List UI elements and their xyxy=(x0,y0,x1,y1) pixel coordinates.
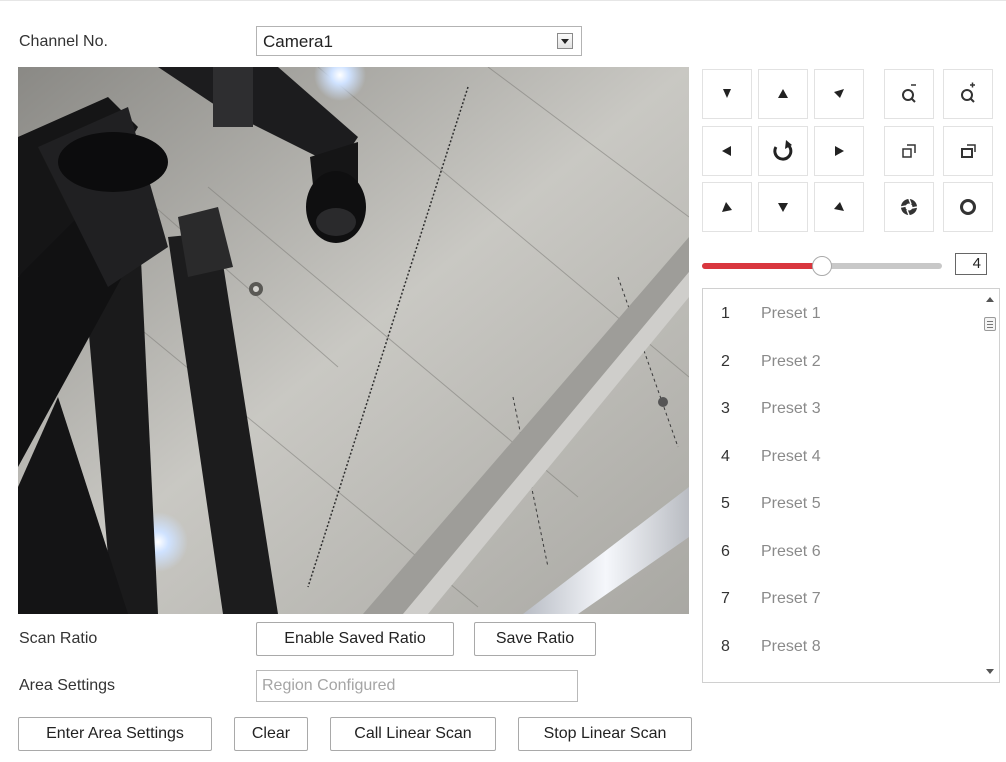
preset-item[interactable]: 8 Preset 8 xyxy=(703,638,973,662)
pan-down-right-button[interactable] xyxy=(814,182,864,232)
scroll-down-icon[interactable] xyxy=(986,669,994,674)
scroll-up-icon[interactable] xyxy=(986,297,994,302)
zoom-in-button[interactable] xyxy=(943,69,993,119)
slider-handle[interactable] xyxy=(812,256,832,276)
channel-select[interactable]: Camera1 xyxy=(256,26,582,56)
focus-far-button[interactable] xyxy=(943,126,993,176)
area-settings-field[interactable]: Region Configured xyxy=(256,670,578,702)
preset-number: 6 xyxy=(721,542,730,560)
preset-name: Preset 5 xyxy=(761,495,821,512)
pan-down-left-button[interactable] xyxy=(702,182,752,232)
focus-near-button[interactable] xyxy=(884,126,934,176)
arrow-up-left-icon xyxy=(723,89,731,98)
call-linear-scan-button[interactable]: Call Linear Scan xyxy=(330,717,496,751)
preset-item[interactable]: 2 Preset 2 xyxy=(703,353,973,377)
focus-near-icon xyxy=(902,144,916,158)
preset-scrollbar[interactable] xyxy=(982,289,999,682)
preset-item[interactable]: 5 Preset 5 xyxy=(703,495,973,519)
top-border xyxy=(0,0,1006,1)
channel-label: Channel No. xyxy=(19,33,108,50)
pan-up-button[interactable] xyxy=(758,69,808,119)
preset-item[interactable]: 3 Preset 3 xyxy=(703,400,973,424)
pan-up-left-button[interactable] xyxy=(702,69,752,119)
preset-number: 8 xyxy=(721,637,730,655)
scan-ratio-label: Scan Ratio xyxy=(19,630,98,647)
iris-close-button[interactable] xyxy=(884,182,934,232)
pan-right-button[interactable] xyxy=(814,126,864,176)
zoom-in-icon xyxy=(961,82,975,103)
area-settings-label: Area Settings xyxy=(19,677,116,694)
scroll-thumb[interactable] xyxy=(984,317,996,331)
preset-item[interactable]: 7 Preset 7 xyxy=(703,590,973,614)
live-video-view[interactable] xyxy=(18,67,689,614)
preset-item[interactable]: 4 Preset 4 xyxy=(703,448,973,472)
auto-pan-button[interactable] xyxy=(758,126,808,176)
preset-name: Preset 3 xyxy=(761,400,821,417)
preset-item[interactable]: 1 Preset 1 xyxy=(703,305,973,329)
speed-slider[interactable] xyxy=(702,256,942,276)
zoom-out-icon xyxy=(902,84,916,103)
save-ratio-button[interactable]: Save Ratio xyxy=(474,622,596,656)
arrow-up-icon xyxy=(778,89,788,98)
pan-left-button[interactable] xyxy=(702,126,752,176)
iris-open-icon xyxy=(960,199,976,215)
speed-value: 4 xyxy=(955,253,987,275)
arrow-up-right-icon xyxy=(834,89,844,98)
preset-list[interactable]: 1 Preset 1 2 Preset 2 3 Preset 3 4 Preset 4 5 Pre… xyxy=(702,288,1000,683)
preset-name: Preset 2 xyxy=(761,352,821,370)
preset-name: Preset 6 xyxy=(761,542,821,560)
iris-close-icon xyxy=(900,198,918,216)
preset-name: Preset 1 xyxy=(761,305,821,322)
clear-button[interactable]: Clear xyxy=(234,717,308,751)
rotate-icon xyxy=(773,140,793,161)
channel-selected-value: Camera1 xyxy=(263,32,333,51)
preset-number: 5 xyxy=(721,495,730,512)
preset-name: Preset 4 xyxy=(761,447,821,465)
preset-number: 4 xyxy=(721,447,730,465)
arrow-down-left-icon xyxy=(722,202,732,212)
arrow-left-icon xyxy=(722,146,731,156)
stop-linear-scan-button[interactable]: Stop Linear Scan xyxy=(518,717,692,751)
preset-number: 3 xyxy=(721,400,730,417)
focus-far-icon xyxy=(961,144,976,158)
preset-item[interactable]: 6 Preset 6 xyxy=(703,543,973,567)
arrow-right-icon xyxy=(835,146,844,156)
chevron-down-icon[interactable] xyxy=(557,33,573,49)
enable-saved-ratio-button[interactable]: Enable Saved Ratio xyxy=(256,622,454,656)
zoom-out-button[interactable] xyxy=(884,69,934,119)
iris-open-button[interactable] xyxy=(943,182,993,232)
preset-name: Preset 8 xyxy=(761,637,821,655)
enter-area-settings-button[interactable]: Enter Area Settings xyxy=(18,717,212,751)
pan-up-right-button[interactable] xyxy=(814,69,864,119)
preset-number: 2 xyxy=(721,352,730,370)
area-settings-value: Region Configured xyxy=(262,677,396,694)
pan-down-button[interactable] xyxy=(758,182,808,232)
preset-number: 1 xyxy=(721,305,730,322)
arrow-down-right-icon xyxy=(834,202,844,211)
arrow-down-icon xyxy=(778,203,788,212)
preset-number: 7 xyxy=(721,590,730,607)
preset-name: Preset 7 xyxy=(761,590,821,607)
slider-fill xyxy=(702,263,822,269)
